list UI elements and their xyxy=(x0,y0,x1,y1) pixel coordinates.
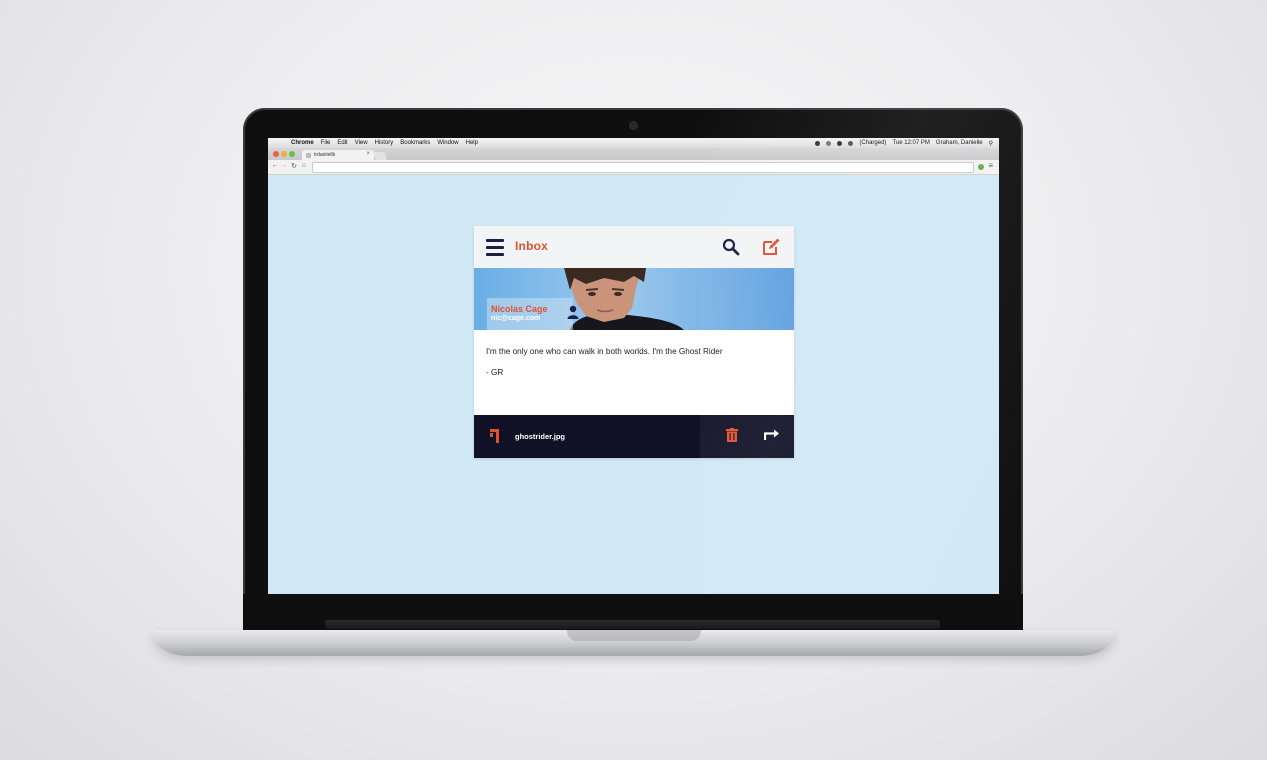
hinge xyxy=(325,620,940,629)
close-window-icon[interactable] xyxy=(273,151,279,157)
back-icon[interactable]: ← xyxy=(271,162,279,169)
extension-icon[interactable] xyxy=(978,164,984,170)
attachment-icon[interactable] xyxy=(490,429,500,443)
address-bar[interactable] xyxy=(312,162,974,173)
menu-file[interactable]: File xyxy=(321,140,331,146)
action-bar: ghostrider.jpg xyxy=(474,415,794,458)
home-icon[interactable]: ⌂ xyxy=(300,162,308,169)
reload-icon[interactable]: ↻ xyxy=(290,162,298,170)
app-bar: Inbox xyxy=(474,226,794,268)
hamburger-icon[interactable] xyxy=(486,239,504,256)
attachment-filename[interactable]: ghostrider.jpg xyxy=(515,432,565,441)
maximize-window-icon[interactable] xyxy=(289,151,295,157)
trash-icon[interactable] xyxy=(726,428,738,442)
contact-icon[interactable] xyxy=(567,305,579,319)
compose-icon[interactable] xyxy=(761,237,781,257)
message-body: I'm the only one who can walk in both wo… xyxy=(486,347,723,356)
wifi-icon[interactable] xyxy=(848,140,854,146)
message-signature: - GR xyxy=(486,368,504,377)
chrome-menu-icon[interactable]: ≡ xyxy=(988,161,993,170)
menu-view[interactable]: View xyxy=(355,140,368,146)
menu-help[interactable]: Help xyxy=(466,140,478,146)
menu-history[interactable]: History xyxy=(375,140,394,146)
screen: Chrome File Edit View History Bookmarks … xyxy=(268,138,999,594)
status-icon[interactable] xyxy=(826,140,832,146)
mac-menubar: Chrome File Edit View History Bookmarks … xyxy=(268,138,999,148)
mail-card: Inbox Nicolas Cage nic@cage.com I'm the … xyxy=(474,226,794,458)
tab-close-icon[interactable]: × xyxy=(366,151,370,157)
new-tab-button[interactable] xyxy=(372,152,388,160)
menubar-status-area: (Charged) Tue 12:07 PM Graham, Danielle … xyxy=(815,138,993,148)
chrome-tabstrip: trdaniiellk × xyxy=(268,148,999,160)
search-icon[interactable] xyxy=(722,238,740,256)
trackpad-notch xyxy=(567,630,701,641)
sender-email[interactable]: nic@cage.com xyxy=(491,315,540,322)
status-icon[interactable] xyxy=(815,140,821,146)
menu-window[interactable]: Window xyxy=(437,140,458,146)
spotlight-icon[interactable]: ⚲ xyxy=(989,140,993,147)
menu-edit[interactable]: Edit xyxy=(337,140,347,146)
chrome-toolbar: ← → ↻ ⌂ ≡ xyxy=(268,160,999,175)
browser-tab[interactable]: trdaniiellk × xyxy=(302,150,374,160)
sender-banner: Nicolas Cage nic@cage.com xyxy=(474,268,794,330)
camera xyxy=(629,121,638,130)
forward-icon[interactable] xyxy=(764,428,780,441)
status-icon[interactable] xyxy=(837,140,843,146)
forward-nav-icon[interactable]: → xyxy=(280,162,288,169)
user-name[interactable]: Graham, Danielle xyxy=(936,140,983,146)
tab-title: trdaniiellk xyxy=(314,152,336,158)
menu-app-name[interactable]: Chrome xyxy=(291,140,314,146)
clock[interactable]: Tue 12:07 PM xyxy=(892,140,929,146)
minimize-window-icon[interactable] xyxy=(281,151,287,157)
tab-favicon-icon xyxy=(306,152,311,158)
inbox-title: Inbox xyxy=(515,239,548,253)
sender-info-box xyxy=(487,298,573,330)
battery-status[interactable]: (Charged) xyxy=(859,140,886,146)
menu-bookmarks[interactable]: Bookmarks xyxy=(400,140,430,146)
sender-name[interactable]: Nicolas Cage xyxy=(491,304,548,314)
